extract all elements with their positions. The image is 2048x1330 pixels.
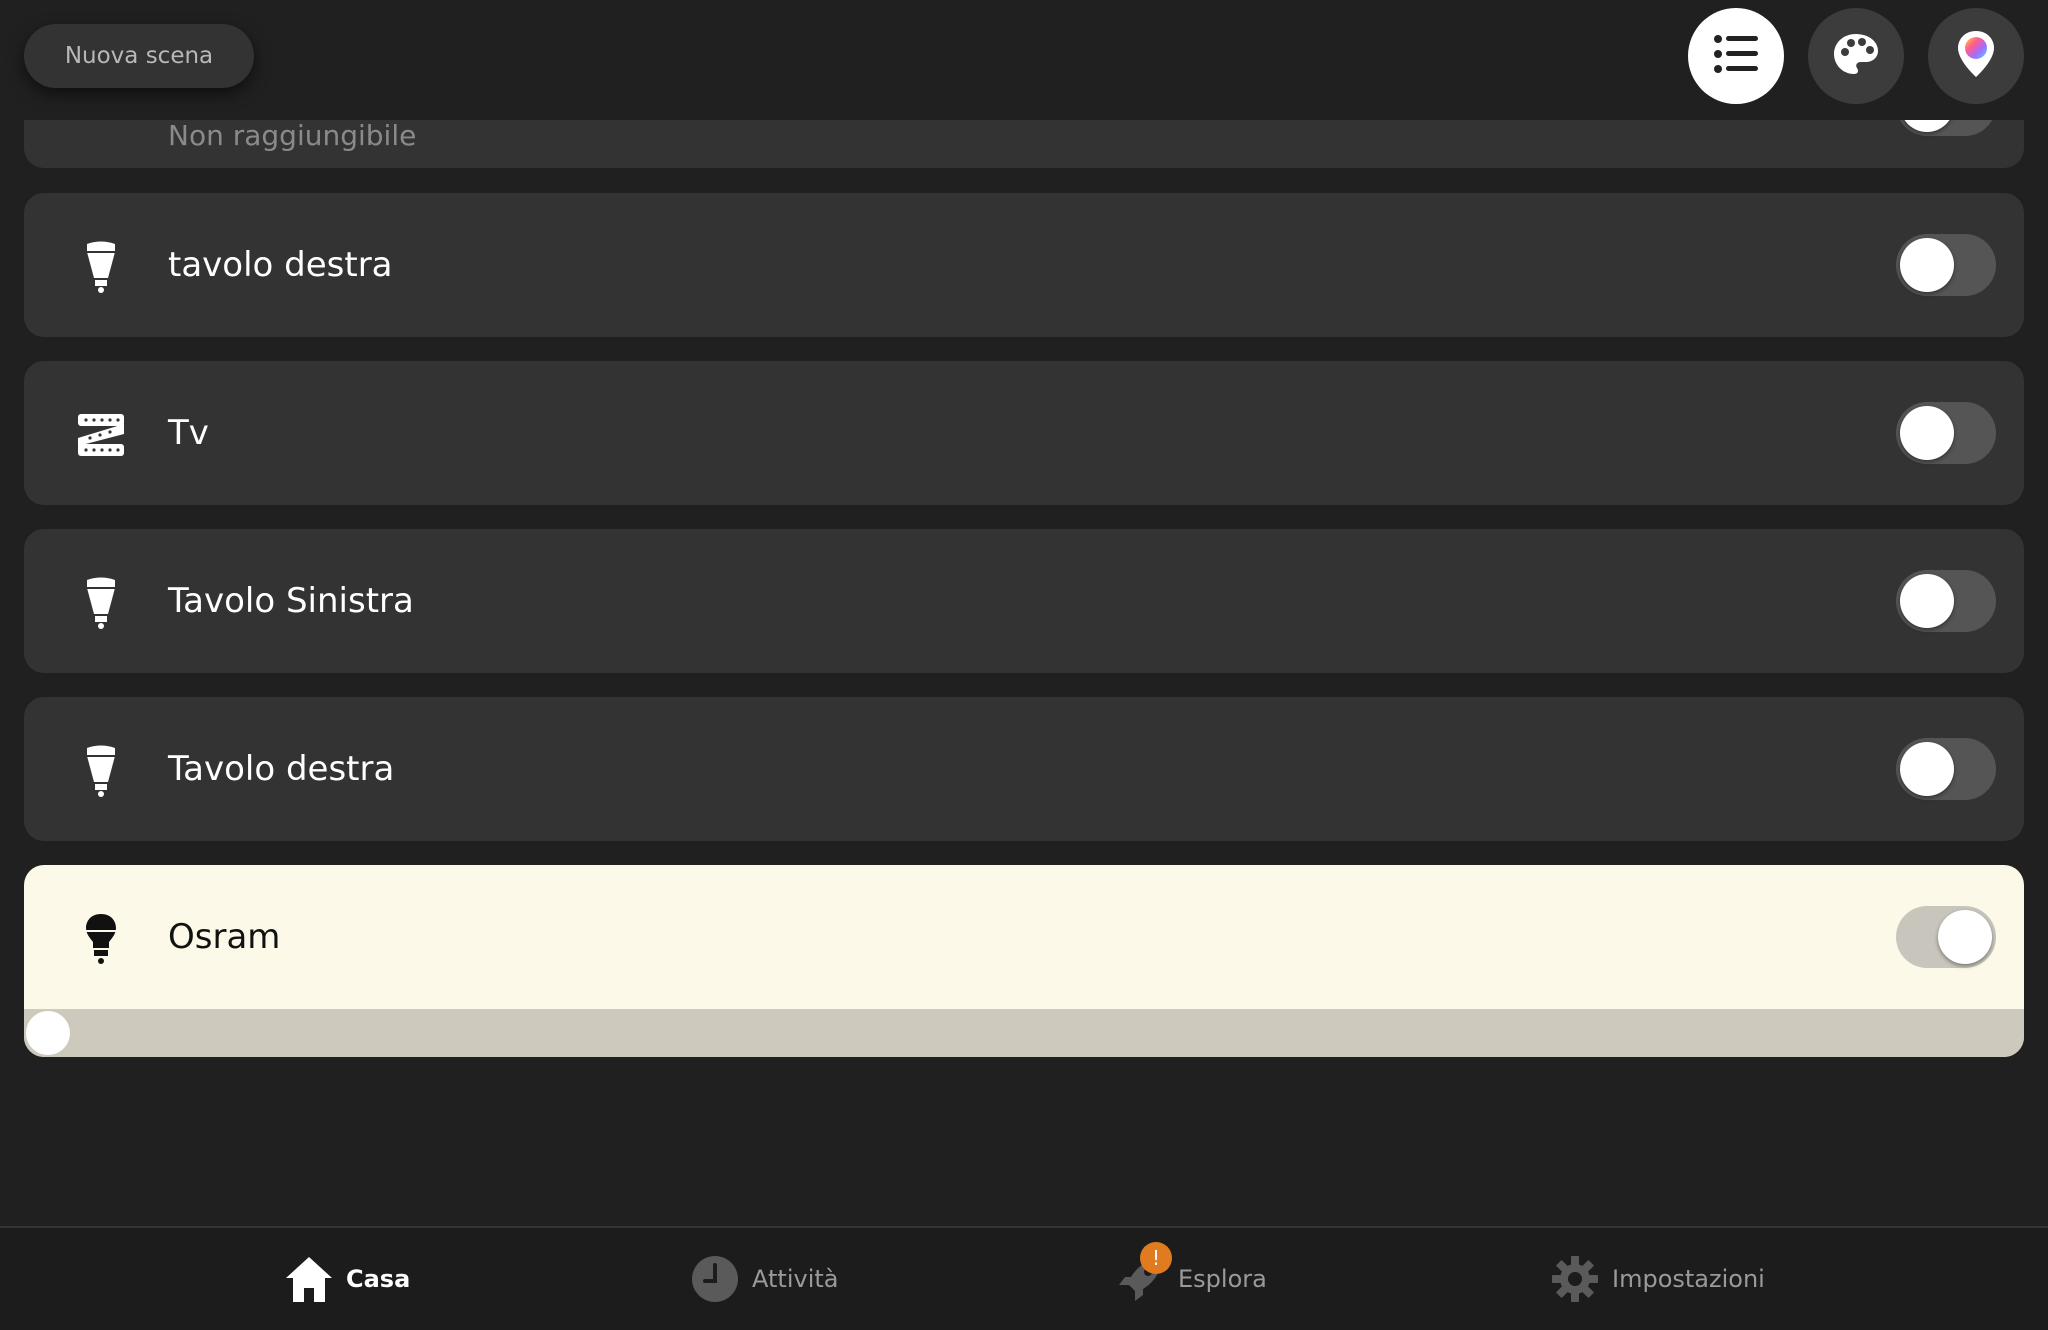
light-name: Tavolo destra: [168, 749, 395, 789]
light-toggle[interactable]: [1896, 738, 1996, 800]
toggle-knob: [1900, 406, 1954, 460]
light-name: Osram: [168, 917, 281, 957]
toggle-knob: [1900, 574, 1954, 628]
clock-icon: [690, 1254, 740, 1304]
nav-home[interactable]: Casa: [284, 1228, 410, 1330]
bottom-nav: Casa Attività ! Esplora Impostazioni: [0, 1226, 2048, 1330]
list-view-button[interactable]: [1688, 8, 1784, 104]
light-card-tavolo-destra-lower[interactable]: tavolo destra: [24, 193, 2024, 337]
nav-explore-label: Esplora: [1178, 1265, 1267, 1293]
light-card-tavolo-destra[interactable]: Tavolo destra: [24, 697, 2024, 841]
light-card-osram[interactable]: Osram: [24, 865, 2024, 1057]
light-toggle[interactable]: [1896, 570, 1996, 632]
new-scene-button[interactable]: Nuova scena: [24, 24, 254, 88]
toggle-knob: [1900, 238, 1954, 292]
brightness-slider[interactable]: [24, 1009, 2024, 1057]
palette-button[interactable]: [1808, 8, 1904, 104]
light-name: Tavolo Sinistra: [168, 581, 414, 621]
nav-activity-label: Attività: [752, 1265, 839, 1293]
rocket-icon: !: [1116, 1242, 1172, 1304]
light-name: tavolo destra: [168, 245, 393, 285]
nav-home-label: Casa: [346, 1265, 411, 1293]
gear-icon: [1550, 1254, 1600, 1304]
spot-bulb-icon: [74, 240, 128, 294]
nav-settings-label: Impostazioni: [1612, 1265, 1765, 1293]
nav-explore[interactable]: ! Esplora: [1116, 1228, 1267, 1330]
home-icon: [284, 1254, 334, 1304]
lightstrip-icon: [74, 408, 128, 462]
nav-activity[interactable]: Attività: [690, 1228, 838, 1330]
color-location-button[interactable]: [1928, 8, 2024, 104]
toggle-knob: [1900, 742, 1954, 796]
spot-bulb-icon: [74, 744, 128, 798]
bulb-icon: [74, 912, 128, 966]
top-bar: Nuova scena: [0, 0, 2048, 120]
light-card-tavolo-sinistra[interactable]: Tavolo Sinistra: [24, 529, 2024, 673]
nav-settings[interactable]: Impostazioni: [1550, 1228, 1765, 1330]
light-toggle[interactable]: [1896, 402, 1996, 464]
list-view-icon: [1714, 34, 1758, 78]
light-toggle[interactable]: [1896, 234, 1996, 296]
toggle-knob: [1938, 910, 1992, 964]
palette-icon: [1832, 32, 1880, 80]
light-name: Tv: [168, 413, 209, 453]
explore-badge: !: [1140, 1242, 1172, 1274]
brightness-slider-thumb[interactable]: [26, 1011, 70, 1055]
color-location-icon: [1955, 29, 1997, 83]
light-toggle[interactable]: [1896, 906, 1996, 968]
light-card-tv[interactable]: Tv: [24, 361, 2024, 505]
spot-bulb-icon: [74, 576, 128, 630]
